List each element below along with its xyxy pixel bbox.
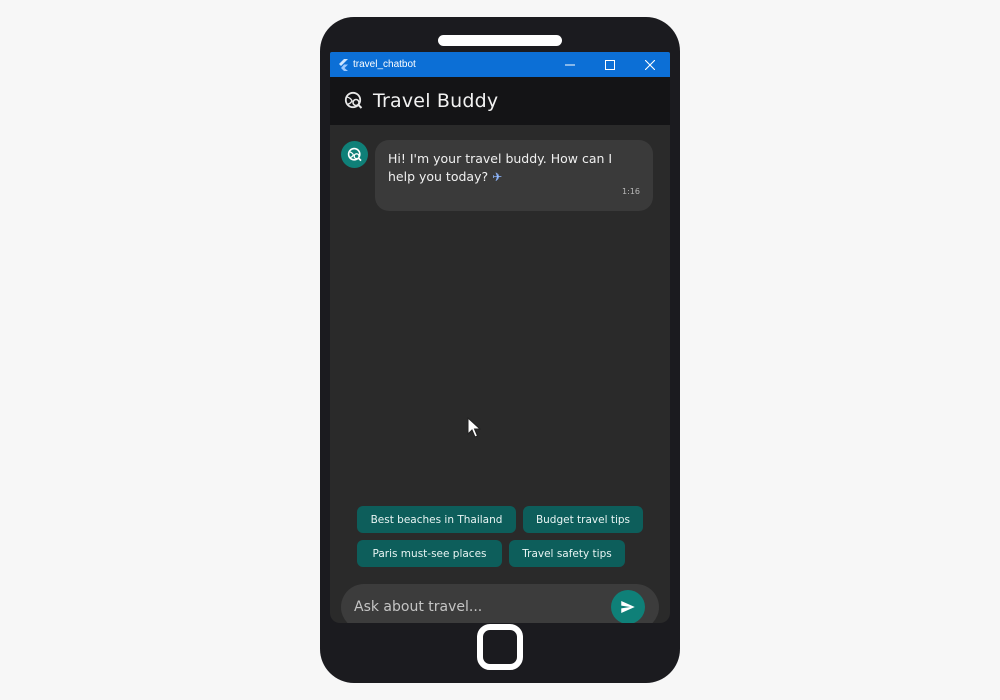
- window-titlebar[interactable]: travel_chatbot: [330, 52, 670, 77]
- travel-explore-icon: [347, 147, 362, 161]
- close-icon: [645, 59, 655, 70]
- chat-area[interactable]: Hi! I'm your travel buddy. How can I hel…: [330, 125, 670, 555]
- maximize-icon: [605, 59, 615, 70]
- close-button[interactable]: [630, 52, 670, 77]
- phone-speaker: [438, 35, 562, 46]
- suggestion-chip-budget[interactable]: Budget travel tips: [523, 506, 643, 533]
- travel-explore-icon: [344, 91, 364, 111]
- suggestion-chip-safety[interactable]: Travel safety tips: [509, 540, 625, 567]
- window-controls: [550, 52, 670, 77]
- message-text: Hi! I'm your travel buddy. How can I hel…: [388, 151, 613, 184]
- bot-avatar: [341, 141, 368, 168]
- app-window: travel_chatbot Travel Buddy Hi! I'm your…: [330, 52, 670, 623]
- message-input[interactable]: [354, 584, 604, 623]
- message-input-bar: [341, 584, 659, 623]
- app-title: Travel Buddy: [373, 90, 499, 112]
- message-timestamp: 1:16: [622, 187, 640, 196]
- maximize-button[interactable]: [590, 52, 630, 77]
- app-bar: Travel Buddy: [330, 77, 670, 125]
- suggestion-chip-beaches[interactable]: Best beaches in Thailand: [357, 506, 516, 533]
- bot-message-bubble: Hi! I'm your travel buddy. How can I hel…: [375, 140, 653, 211]
- phone-home-button[interactable]: [477, 624, 523, 670]
- send-button[interactable]: [611, 590, 645, 623]
- mouse-cursor-icon: [467, 417, 481, 438]
- flutter-logo-icon: [338, 58, 348, 71]
- minimize-button[interactable]: [550, 52, 590, 77]
- suggestion-chip-paris[interactable]: Paris must-see places: [357, 540, 502, 567]
- send-icon: [621, 601, 635, 613]
- minimize-icon: [565, 64, 575, 65]
- phone-frame: travel_chatbot Travel Buddy Hi! I'm your…: [320, 17, 680, 683]
- airplane-emoji-icon: ✈: [492, 170, 503, 184]
- window-title: travel_chatbot: [353, 59, 416, 70]
